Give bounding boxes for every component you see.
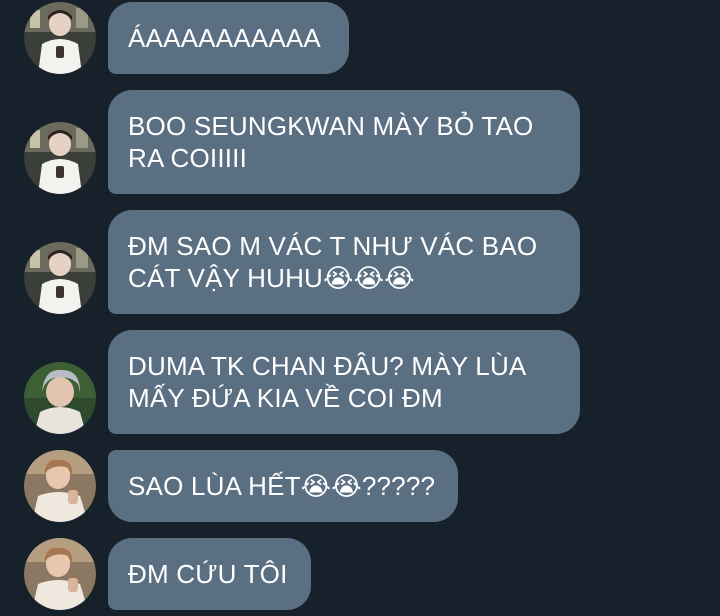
message-text: DUMA TK CHAN ĐÂU? MÀY LÙA MẤY ĐỨA KIA VỀ…	[128, 351, 527, 413]
smiling-boy-avatar[interactable]	[24, 538, 96, 610]
message-bubble[interactable]: DUMA TK CHAN ĐÂU? MÀY LÙA MẤY ĐỨA KIA VỀ…	[108, 330, 580, 434]
message-bubble[interactable]: SAO LÙA HẾT😭😭?????	[108, 450, 458, 522]
silver-hair-avatar[interactable]	[24, 362, 96, 434]
message-text: BOO SEUNGKWAN MÀY BỎ TAO RA COIIIII	[128, 111, 534, 173]
message-bubble[interactable]: ĐM CỨU TÔI	[108, 538, 311, 610]
message-text: ÁAAAAAAAAAA	[128, 23, 321, 53]
message-text: ĐM CỨU TÔI	[128, 559, 288, 589]
message-text: SAO LÙA HẾT😭😭?????	[128, 471, 436, 501]
user-photo-avatar[interactable]	[24, 2, 96, 74]
user-photo-avatar[interactable]	[24, 242, 96, 314]
user-photo-avatar[interactable]	[24, 122, 96, 194]
message-text: ĐM SAO M VÁC T NHƯ VÁC BAO CÁT VẬY HUHU😭…	[128, 231, 538, 293]
chat-area: ÁAAAAAAAAAA BOO SEUNGKWAN MÀY BỎ TAO RA …	[0, 0, 720, 616]
message-bubble[interactable]: BOO SEUNGKWAN MÀY BỎ TAO RA COIIIII	[108, 90, 580, 194]
message-bubble[interactable]: ÁAAAAAAAAAA	[108, 2, 349, 74]
message-bubble[interactable]: ĐM SAO M VÁC T NHƯ VÁC BAO CÁT VẬY HUHU😭…	[108, 210, 580, 314]
smiling-boy-avatar[interactable]	[24, 450, 96, 522]
